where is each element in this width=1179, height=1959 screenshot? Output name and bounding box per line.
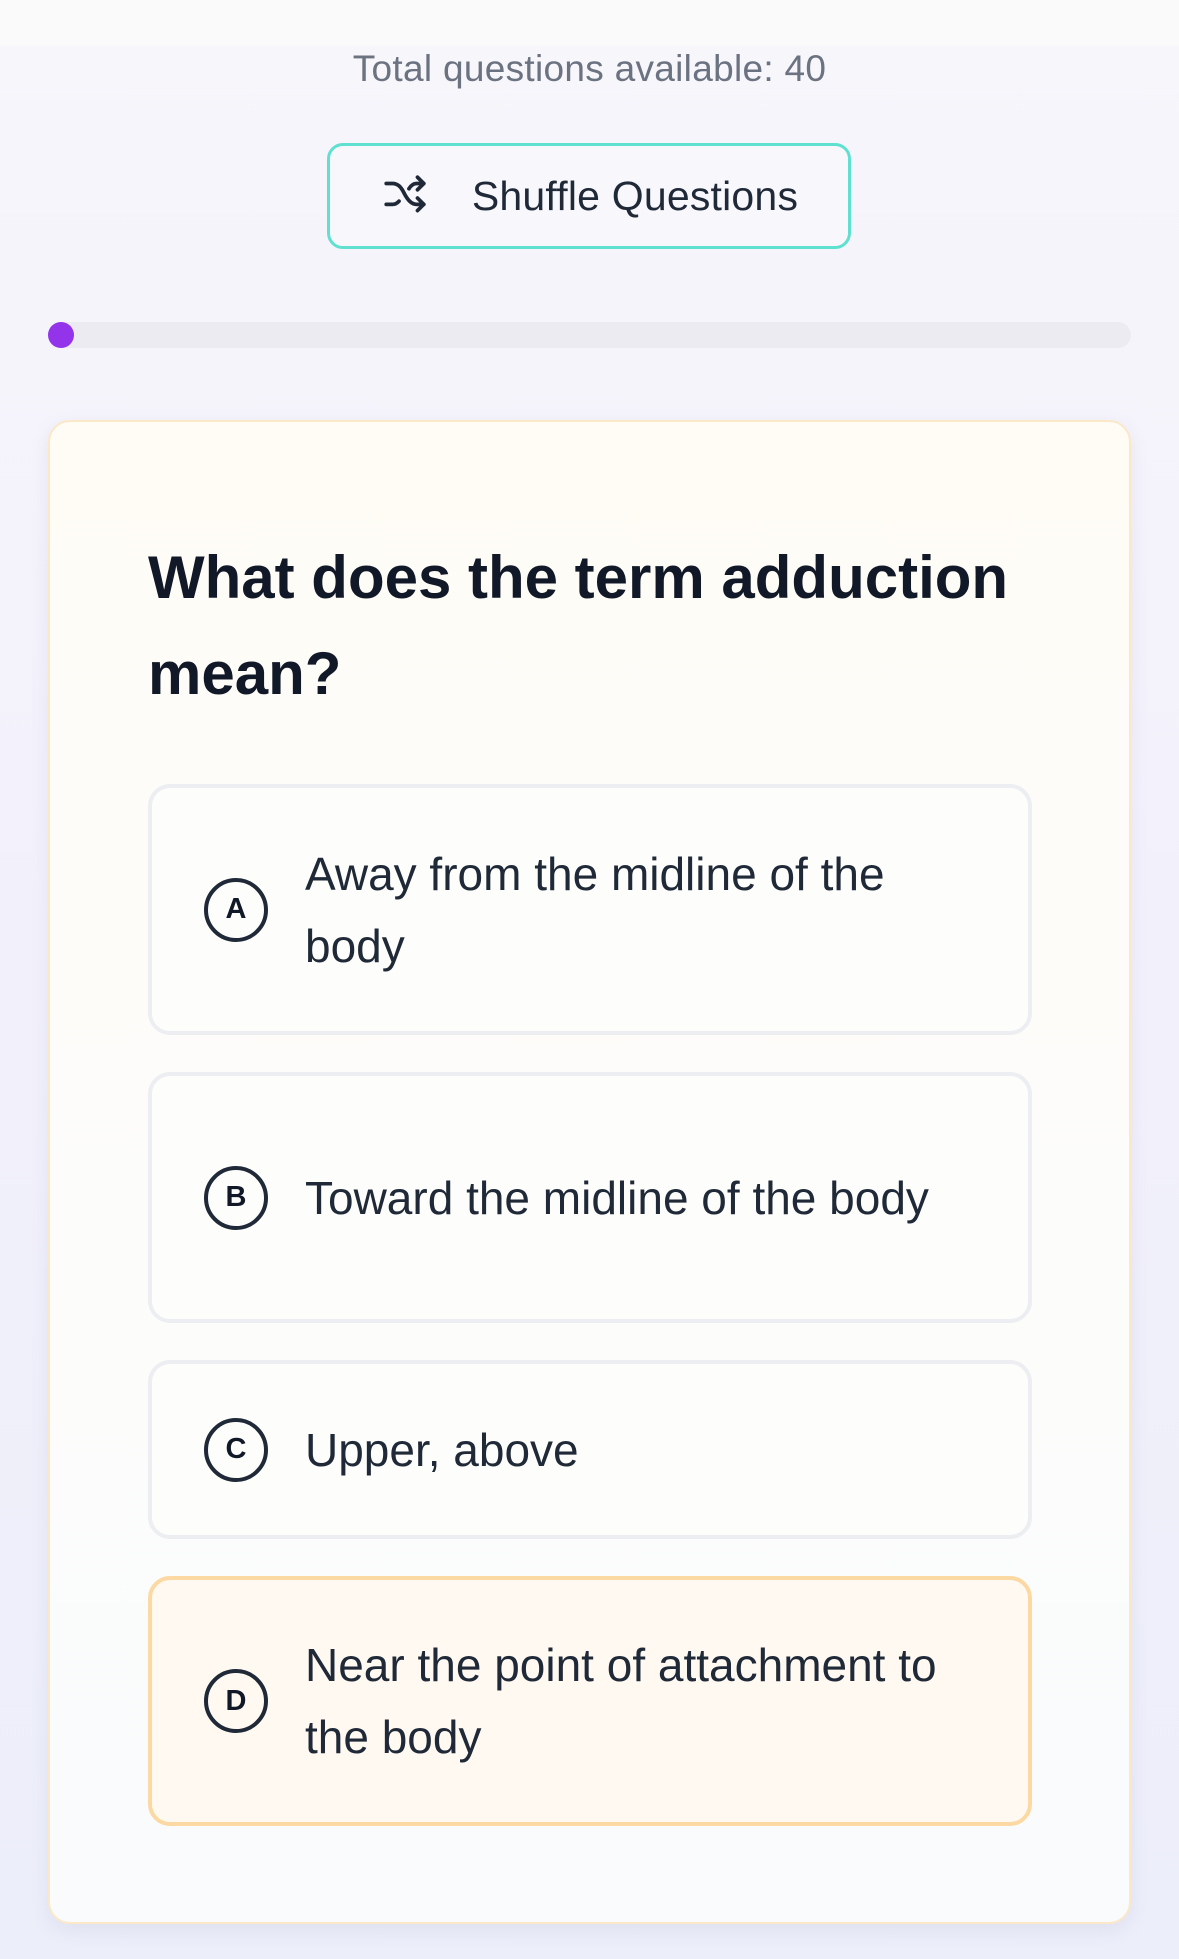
option-c[interactable]: C Upper, above [148,1360,1032,1539]
option-letter-badge: C [204,1417,268,1482]
option-letter-badge: D [204,1669,268,1733]
top-bar [0,0,1179,46]
total-questions-text: Total questions available: 40 [352,48,827,89]
option-letter-badge: B [204,1165,268,1230]
option-text: Away from the midline of the body [305,847,885,972]
shuffle-questions-label: Shuffle Questions [471,172,799,219]
progress-fill [48,322,74,348]
option-text: Upper, above [305,1423,579,1476]
option-text: Toward the midline of the body [305,1171,929,1224]
shuffle-questions-button[interactable]: Shuffle Questions [327,143,851,249]
question-card: What does the term adduction mean? A Awa… [48,420,1131,1924]
question-text: What does the term adduction mean? [148,544,1009,707]
progress-bar [48,322,1131,348]
option-text: Near the point of attachment to the body [305,1639,937,1763]
option-d[interactable]: D Near the point of attachment to the bo… [148,1576,1032,1826]
shuffle-icon [380,171,430,221]
option-a[interactable]: A Away from the midline of the body [148,784,1032,1035]
option-b[interactable]: B Toward the midline of the body [148,1072,1032,1323]
option-letter-badge: A [204,877,268,942]
